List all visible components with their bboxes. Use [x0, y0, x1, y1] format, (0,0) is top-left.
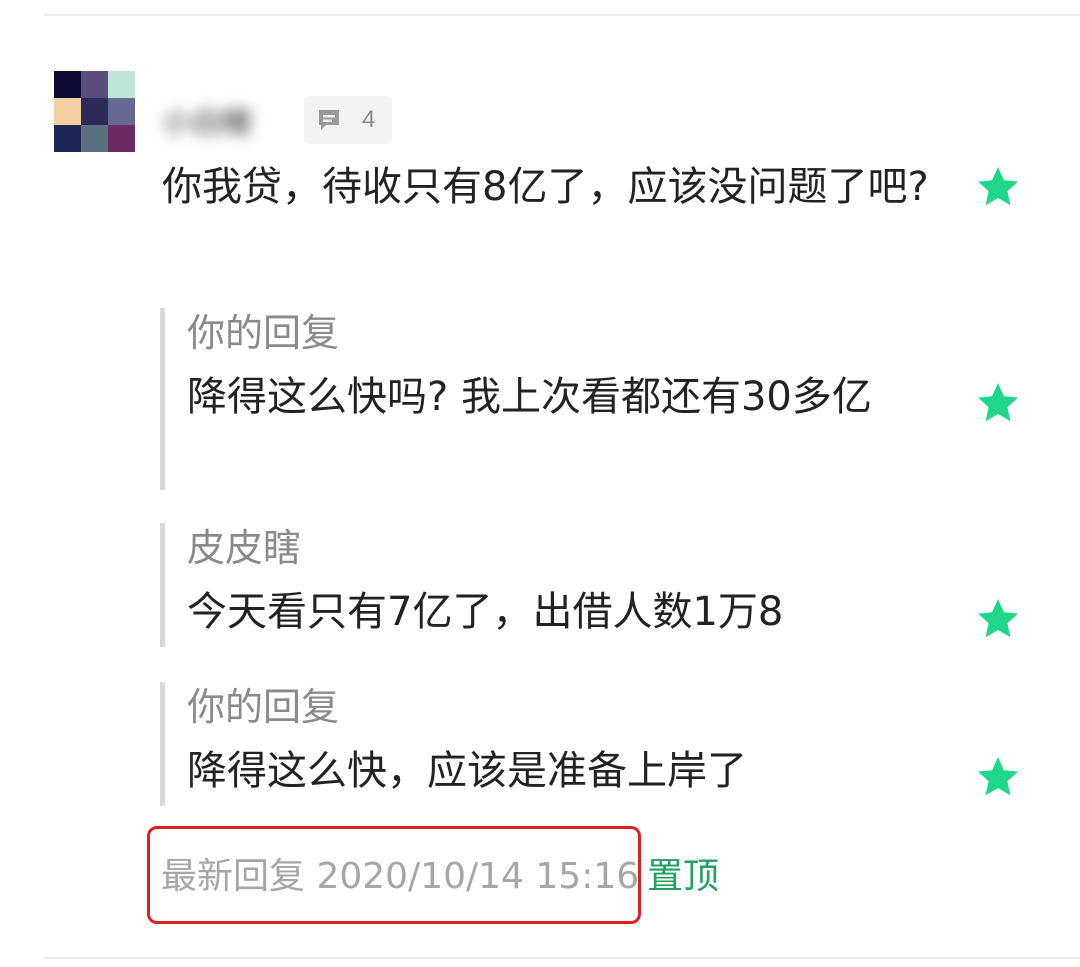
star-icon[interactable] [975, 164, 1021, 210]
star-icon[interactable] [975, 380, 1021, 426]
reply-text: 今天看只有7亿了，出借人数1万8 [187, 589, 784, 635]
avatar-tile [81, 71, 108, 98]
avatar-tile [54, 125, 81, 152]
avatar-tile [108, 125, 135, 152]
reply-author[interactable]: 你的回复 [187, 682, 917, 732]
reply-text: 降得这么快吗? 我上次看都还有30多亿 [187, 374, 872, 420]
avatar-tile [81, 98, 108, 125]
reply-item: 你的回复 降得这么快，应该是准备上岸了 [160, 682, 917, 806]
pin-button[interactable]: 置顶 [647, 852, 719, 902]
latest-reply-timestamp: 最新回复 2020/10/14 15:16 [161, 856, 640, 897]
username[interactable]: 小白瞎 [162, 100, 282, 140]
avatar-tile [108, 98, 135, 125]
comment-bubble-icon [319, 110, 339, 130]
bottom-divider [44, 957, 1080, 959]
reply-author[interactable]: 皮皮瞎 [187, 523, 917, 573]
avatar-tile [54, 98, 81, 125]
star-icon[interactable] [975, 596, 1021, 642]
avatar-tile [81, 125, 108, 152]
avatar-tile [54, 71, 81, 98]
reply-count: 4 [362, 106, 376, 133]
star-icon[interactable] [975, 754, 1021, 800]
reply-item: 你的回复 降得这么快吗? 我上次看都还有30多亿 [160, 308, 917, 490]
avatar-tile [108, 71, 135, 98]
reply-count-badge[interactable]: 4 [304, 96, 392, 144]
reply-author[interactable]: 你的回复 [187, 308, 917, 358]
reply-item: 皮皮瞎 今天看只有7亿了，出借人数1万8 [160, 523, 917, 647]
top-divider [44, 14, 1080, 16]
reply-text: 降得这么快，应该是准备上岸了 [187, 748, 747, 794]
avatar[interactable] [54, 71, 135, 152]
comment-text: 你我贷，待收只有8亿了，应该没问题了吧? [162, 164, 929, 210]
